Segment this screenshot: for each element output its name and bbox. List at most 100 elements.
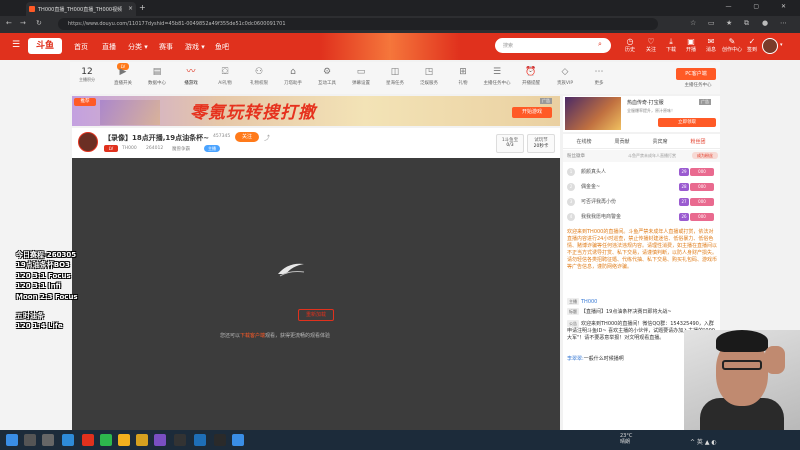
split-icon[interactable]: ▭	[708, 19, 715, 27]
creator-icon: ✎	[728, 37, 736, 46]
more-menu-icon[interactable]: ⋯	[780, 19, 787, 27]
task-center-link[interactable]: 主播任务中心	[676, 82, 720, 88]
schedule-overlay: 今日赛程-260305 19点油条杯BO3 120 3:1 Focus 120 …	[16, 251, 78, 301]
tool-vip[interactable]: ◇ 贵族VIP	[550, 66, 580, 86]
side-ad-claim-button[interactable]: 立即领取	[658, 118, 716, 127]
download-client-link[interactable]: 下载客户端	[240, 333, 265, 339]
tool-service[interactable]: ◳ 泛娱服务	[414, 66, 444, 86]
task-icon: ◫	[390, 67, 400, 77]
tool-star-task[interactable]: ◫ 星海任务	[380, 66, 410, 86]
tool-interact[interactable]: ⚙ 互动工具	[312, 66, 342, 86]
history-icon: ◷	[626, 37, 634, 46]
reload-video-button[interactable]: 重新加载	[298, 309, 334, 321]
tool-data-center[interactable]: ▤ 数据中心	[142, 66, 172, 86]
app-icon-4[interactable]	[194, 434, 206, 446]
app-icon-3[interactable]	[174, 434, 186, 446]
message-icon: ✉	[707, 37, 715, 46]
header-follow-button[interactable]: ♡ 关注	[641, 37, 661, 53]
collections-icon[interactable]: ⧉	[744, 19, 749, 28]
fishball-box[interactable]: 1斗鱼宝 0/3	[496, 134, 524, 153]
follow-button[interactable]: 关注	[235, 132, 259, 142]
nav-events[interactable]: 赛事	[159, 42, 173, 52]
window-controls[interactable]: — ▢ ✕	[725, 3, 796, 10]
fans-badge-label: 粉丝徽章	[567, 154, 585, 159]
profile-icon[interactable]: ●	[762, 19, 768, 27]
trial-card-box[interactable]: 试玩节 20秒卡	[527, 134, 555, 153]
tab-close-icon[interactable]: ×	[128, 5, 133, 12]
rank-row[interactable]: 3 可否评我再小份 27 000	[566, 195, 718, 210]
chevron-down-icon[interactable]: ▾	[780, 42, 783, 48]
douyu-logo[interactable]: 斗鱼	[28, 38, 62, 54]
app-icon-6[interactable]	[232, 434, 244, 446]
forward-icon[interactable]: →	[20, 19, 26, 27]
tool-play-game[interactable]: 〰播游戏	[176, 66, 206, 86]
share-icon[interactable]: ⤴	[264, 133, 270, 142]
tool-live-switch[interactable]: ▶ 直播开关	[108, 66, 138, 86]
folder-icon[interactable]	[118, 434, 130, 446]
heart-icon: ♡	[647, 37, 655, 46]
browser-tab[interactable]: TH000直播_TH000直播_TH000视频 ×	[26, 2, 136, 16]
hamburger-menu-icon[interactable]: ☰	[12, 40, 20, 50]
tool-danmu[interactable]: ▭ 弹幕设置	[346, 66, 376, 86]
header-creator-button[interactable]: ✎ 创作中心	[722, 37, 742, 53]
header-history-button[interactable]: ◷ 历史	[620, 37, 640, 53]
windows-start-icon[interactable]	[6, 434, 18, 446]
anchor-points[interactable]: 12 主播积分	[76, 67, 98, 83]
new-tab-button[interactable]: +	[139, 3, 146, 12]
banner-start-game-button[interactable]: 开始游戏	[512, 107, 552, 118]
header-download-button[interactable]: ⤓ 下载	[661, 37, 681, 53]
nav-category[interactable]: 分类 ▾	[128, 42, 148, 52]
tool-alarm[interactable]: ⏰ 开播提醒	[516, 66, 546, 86]
streamer-tag: 主播	[204, 145, 220, 152]
chart-icon: ▤	[152, 67, 162, 77]
favorites-icon[interactable]: ★	[726, 19, 732, 27]
tab-fans[interactable]: 粉丝团	[680, 138, 716, 145]
rank-row[interactable]: 2 偶金金~ 28 000	[566, 180, 718, 195]
header-sign-button[interactable]: ✓ 签到	[742, 37, 762, 53]
stream-title: 【录像】18点开播,19点油条杯~	[104, 134, 210, 142]
system-tray[interactable]: ^ 英 ▲ ◐	[690, 437, 717, 446]
header-golive-button[interactable]: ▣ 开播	[681, 37, 701, 53]
nav-live[interactable]: 直播	[102, 42, 116, 52]
tab-online-rank[interactable]: 在线榜	[566, 138, 602, 145]
user-avatar[interactable]	[762, 38, 778, 54]
chat-line: 主播 TH000	[567, 298, 598, 305]
nav-games[interactable]: 游戏 ▾	[185, 42, 205, 52]
tool-gift-permission[interactable]: ⚇ 礼物权限	[244, 66, 274, 86]
become-fan-button[interactable]: 成为粉丝	[692, 152, 718, 159]
pc-client-button[interactable]: PC客户端	[676, 68, 716, 80]
nav-fishbar[interactable]: 鱼吧	[215, 42, 229, 52]
tool-task-center[interactable]: ☰ 主播任务中心	[482, 66, 512, 86]
tool-dota-helper[interactable]: ⌂ 刀塔助手	[278, 66, 308, 86]
tab-vip[interactable]: 贵宾席	[642, 138, 678, 145]
douyu-app-icon[interactable]	[82, 434, 94, 446]
streamer-avatar[interactable]	[78, 132, 98, 152]
search-icon[interactable]: ⌕	[598, 40, 602, 49]
back-icon[interactable]: ←	[6, 19, 12, 27]
tool-more[interactable]: ⋯ 更多	[584, 66, 614, 86]
weather-widget[interactable]: 23°C 晴朗	[620, 433, 632, 445]
taskview-icon[interactable]	[42, 434, 54, 446]
edge-icon[interactable]	[62, 434, 74, 446]
app-icon-2[interactable]	[154, 434, 166, 446]
tool-ai-gift[interactable]: ⛋ AI礼物	[210, 66, 240, 86]
wechat-icon[interactable]	[100, 434, 112, 446]
app-icon-1[interactable]	[136, 434, 148, 446]
streamer-name[interactable]: TH000	[122, 146, 137, 151]
video-player[interactable]	[72, 158, 560, 430]
search-input[interactable]: 搜索	[495, 38, 611, 53]
star-icon[interactable]: ☆	[690, 19, 696, 27]
douyu-fish-logo-icon	[278, 263, 305, 277]
rank-row[interactable]: 1 颜颜真头人 29 000	[566, 165, 718, 180]
tab-weekly[interactable]: 周贡献	[604, 138, 640, 145]
reload-icon[interactable]: ↻	[36, 19, 42, 27]
nav-home[interactable]: 首页	[74, 42, 88, 52]
app-icon-5[interactable]	[214, 434, 226, 446]
minor-warning: 斗鱼严禁未成年人直播打赏	[628, 153, 676, 158]
header-message-button[interactable]: ✉ 消息	[701, 37, 721, 53]
banner-tag: 推荐	[74, 98, 96, 106]
url-field[interactable]: https://www.douyu.com/110177dyshid=45b81…	[58, 18, 658, 30]
stream-category[interactable]: 魔兽争霸	[172, 146, 190, 152]
search-taskbar-icon[interactable]	[24, 434, 36, 446]
tool-present[interactable]: ⊞ 礼物	[448, 66, 478, 86]
